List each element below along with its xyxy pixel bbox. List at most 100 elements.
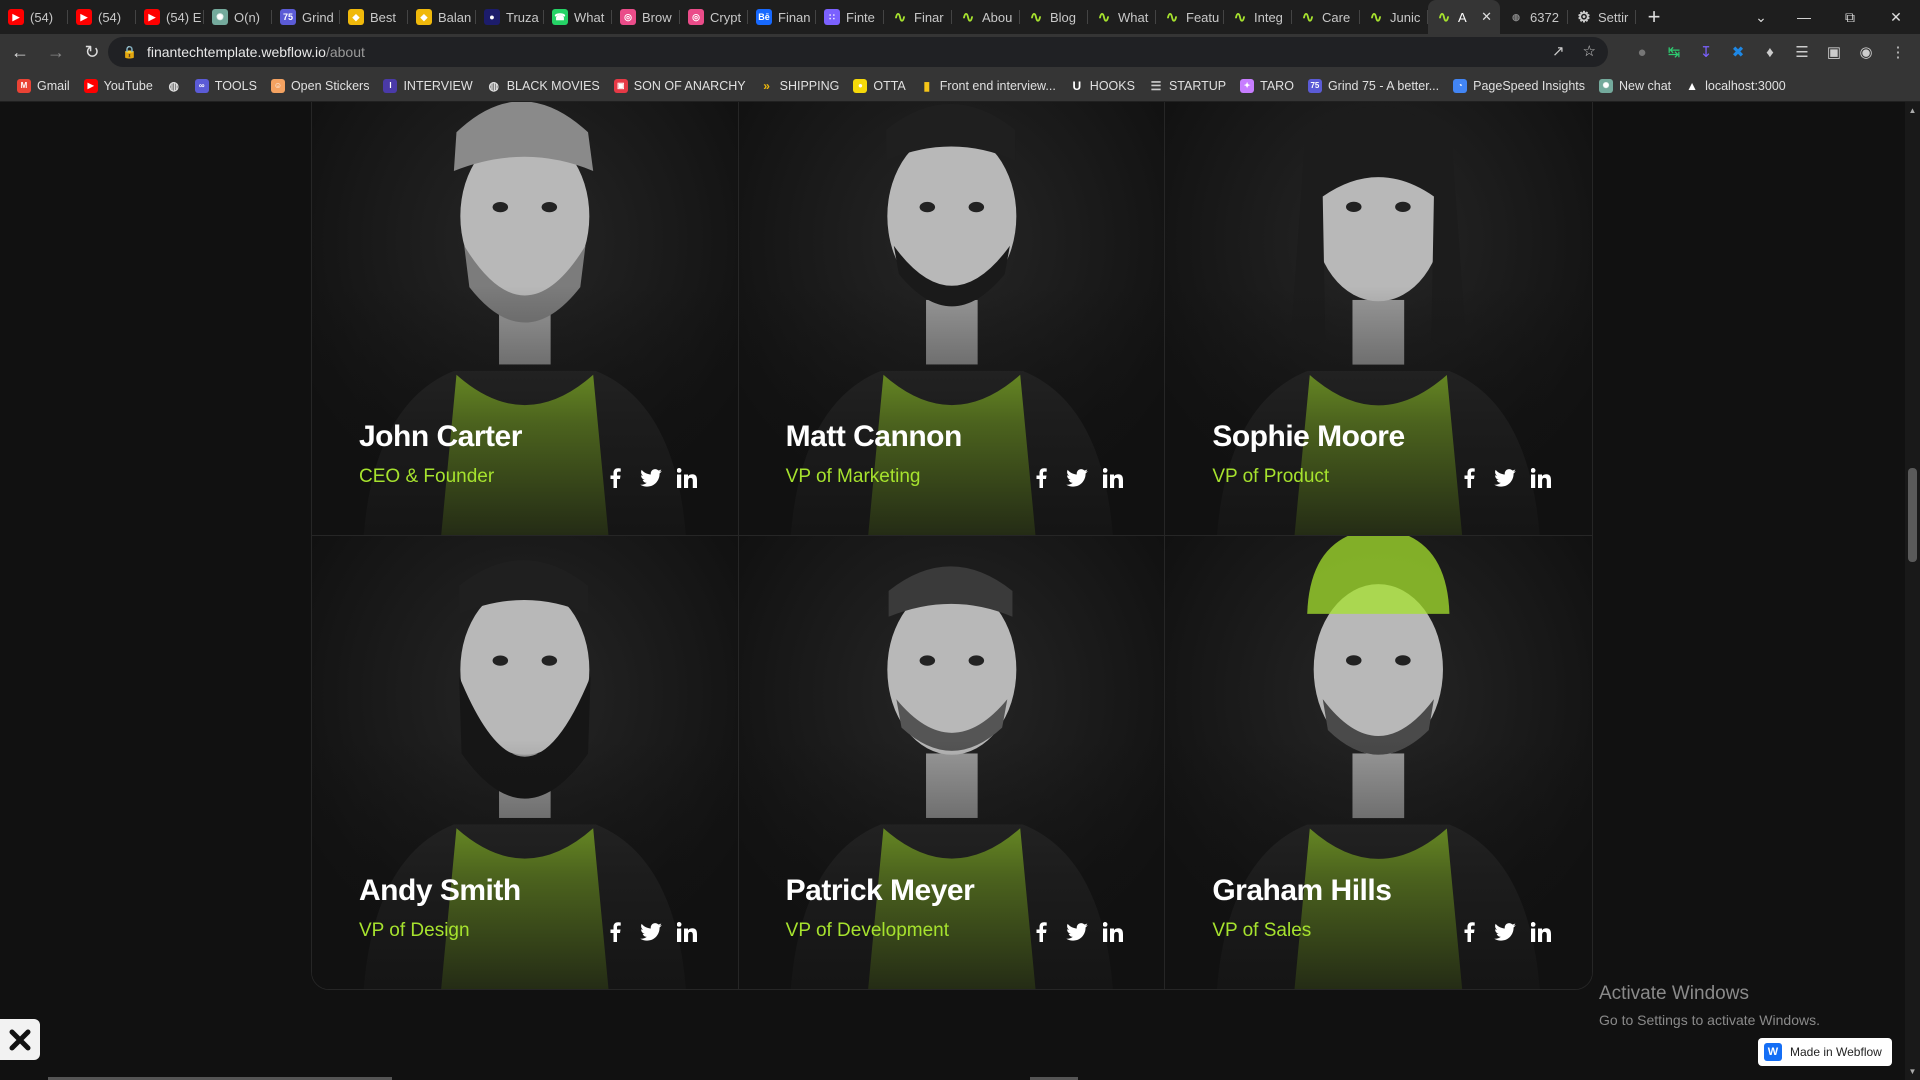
bookmark-item[interactable]: 75 Grind 75 - A better... — [1301, 72, 1446, 100]
linkedin-icon[interactable] — [1102, 921, 1124, 943]
browser-tab[interactable]: ∿ Blog — [1020, 0, 1088, 34]
linkedin-icon[interactable] — [676, 921, 698, 943]
bookmark-item[interactable]: ✦ TARO — [1233, 72, 1301, 100]
browser-tab[interactable]: ☎ What — [544, 0, 612, 34]
close-banner-button[interactable] — [0, 1019, 40, 1060]
lock-icon[interactable]: 🔒 — [122, 45, 137, 59]
bookmark-item[interactable]: ☰ STARTUP — [1142, 72, 1233, 100]
browser-tab[interactable]: ◍ 6372 — [1500, 0, 1568, 34]
browser-tab[interactable]: ▶ (54) — [68, 0, 136, 34]
browser-tab[interactable]: ∿ A ✕ — [1428, 0, 1500, 34]
page-scrollbar[interactable]: ▲ ▼ — [1905, 102, 1920, 1080]
profile-avatar-icon[interactable]: ◉ — [1856, 42, 1876, 62]
facebook-icon[interactable] — [1458, 467, 1480, 489]
twitter-icon[interactable] — [639, 467, 662, 489]
menu-icon[interactable]: ⋮ — [1888, 42, 1908, 62]
bookmark-item[interactable]: I INTERVIEW — [376, 72, 479, 100]
twitter-icon[interactable] — [1066, 467, 1089, 489]
chevrons-icon: » — [763, 78, 770, 93]
browser-tab[interactable]: ▶ (54) — [0, 0, 68, 34]
share-icon[interactable]: ↗ — [1552, 42, 1565, 60]
tab-label: Crypt — [710, 9, 742, 25]
twitter-icon[interactable] — [1494, 921, 1516, 943]
browser-tab[interactable]: ∿ Care — [1292, 0, 1360, 34]
browser-tab[interactable]: ◎ Crypt — [680, 0, 748, 34]
minimize-button[interactable]: — — [1781, 0, 1827, 34]
bookmark-item[interactable]: ◍ — [160, 72, 188, 100]
dribbble-icon: ◎ — [620, 9, 636, 25]
bookmark-item[interactable]: ▣ SON OF ANARCHY — [607, 72, 753, 100]
bookmark-item[interactable]: U HOOKS — [1063, 72, 1142, 100]
facebook-icon[interactable] — [1030, 467, 1052, 489]
scroll-thumb[interactable] — [1908, 468, 1917, 562]
download-extension-icon[interactable]: ↧ — [1696, 42, 1716, 62]
browser-tab[interactable]: ∿ What — [1088, 0, 1156, 34]
tab-label: Care — [1322, 9, 1351, 25]
browser-tab[interactable]: ⚙ Settir — [1568, 0, 1636, 34]
browser-tab[interactable]: ∿ Featu — [1156, 0, 1224, 34]
linkedin-icon[interactable] — [676, 467, 698, 489]
browser-tab[interactable]: ● Truza — [476, 0, 544, 34]
twitter-icon[interactable] — [1066, 921, 1089, 943]
puzzle-icon[interactable]: ♦ — [1760, 42, 1780, 62]
twitter-icon[interactable] — [1494, 467, 1516, 489]
scroll-down-arrow-icon[interactable]: ▼ — [1908, 1067, 1917, 1076]
bookmark-item[interactable]: ◔ PageSpeed Insights — [1446, 72, 1592, 100]
made-in-webflow-badge[interactable]: W Made in Webflow — [1758, 1038, 1892, 1066]
facebook-icon[interactable] — [604, 467, 626, 489]
media-icon[interactable]: ☰ — [1792, 42, 1812, 62]
browser-tab[interactable]: ◆ Balan — [408, 0, 476, 34]
browser-tab[interactable]: ∿ Junic — [1360, 0, 1428, 34]
restore-button[interactable]: ⧉ — [1827, 0, 1873, 34]
browser-tab[interactable]: ◎ Brow — [612, 0, 680, 34]
linkedin-icon[interactable] — [1530, 467, 1552, 489]
scroll-up-arrow-icon[interactable]: ▲ — [1908, 106, 1917, 115]
browser-tab[interactable]: ▶ (54) E — [136, 0, 204, 34]
team-member-card: Andy Smith VP of Design — [312, 536, 739, 989]
facebook-icon[interactable] — [1030, 921, 1052, 943]
browser-tab[interactable]: ∿ Integ — [1224, 0, 1292, 34]
social-links — [604, 921, 698, 943]
bookmark-item[interactable]: ✺ New chat — [1592, 72, 1678, 100]
extension-icon[interactable]: ● — [1632, 42, 1652, 62]
linkedin-icon[interactable] — [1102, 467, 1124, 489]
bookmark-item[interactable]: ▮ Front end interview... — [913, 72, 1063, 100]
back-icon[interactable]: ← — [4, 36, 36, 68]
photo-gradient-overlay — [312, 286, 738, 535]
tab-label: Grind — [302, 9, 334, 25]
tab-label: O(n) — [234, 9, 260, 25]
browser-tab[interactable]: Bē Finan — [748, 0, 816, 34]
bookmark-item[interactable]: ∞ TOOLS — [188, 72, 264, 100]
chatgpt-icon: ✺ — [212, 9, 228, 25]
close-window-button[interactable]: ✕ — [1873, 0, 1919, 34]
tab-search-button[interactable]: ⌄ — [1738, 0, 1784, 34]
close-tab-icon[interactable]: ✕ — [1481, 9, 1492, 25]
facebook-icon[interactable] — [1458, 921, 1480, 943]
bookmark-star-icon[interactable]: ☆ — [1583, 42, 1596, 60]
browser-tab[interactable]: ∷ Finte — [816, 0, 884, 34]
forward-icon[interactable]: → — [40, 36, 72, 68]
bookmark-item[interactable]: ● OTTA — [846, 72, 912, 100]
side-panel-icon[interactable]: ▣ — [1824, 42, 1844, 62]
browser-tab[interactable]: ∿ Abou — [952, 0, 1020, 34]
bookmark-item[interactable]: M Gmail — [10, 72, 77, 100]
browser-tab[interactable]: ◆ Best — [340, 0, 408, 34]
new-tab-button[interactable]: + — [1636, 4, 1672, 30]
team-member-card: Patrick Meyer VP of Development — [738, 536, 1166, 989]
browser-tab[interactable]: ✺ O(n) — [204, 0, 272, 34]
reload-icon[interactable]: ↻ — [76, 36, 108, 68]
bookmark-item[interactable]: ▶ YouTube — [77, 72, 160, 100]
linkedin-icon[interactable] — [1530, 921, 1552, 943]
browser-tab[interactable]: ∿ Finar — [884, 0, 952, 34]
browser-tab[interactable]: 75 Grind — [272, 0, 340, 34]
bookmark-item[interactable]: ☺ Open Stickers — [264, 72, 377, 100]
member-info: Graham Hills VP of Sales — [1212, 873, 1552, 943]
bookmark-item[interactable]: » SHIPPING — [753, 72, 847, 100]
address-bar[interactable]: 🔒 finantechtemplate.webflow.io/about ↗ ☆ — [108, 37, 1608, 67]
twitter-icon[interactable] — [639, 921, 662, 943]
facebook-icon[interactable] — [604, 921, 626, 943]
bookmark-item[interactable]: ▲ localhost:3000 — [1678, 72, 1793, 100]
x-extension-icon[interactable]: ✖ — [1728, 42, 1748, 62]
sync-extension-icon[interactable]: ↹ — [1664, 42, 1684, 62]
bookmark-item[interactable]: ◍ BLACK MOVIES — [480, 72, 607, 100]
